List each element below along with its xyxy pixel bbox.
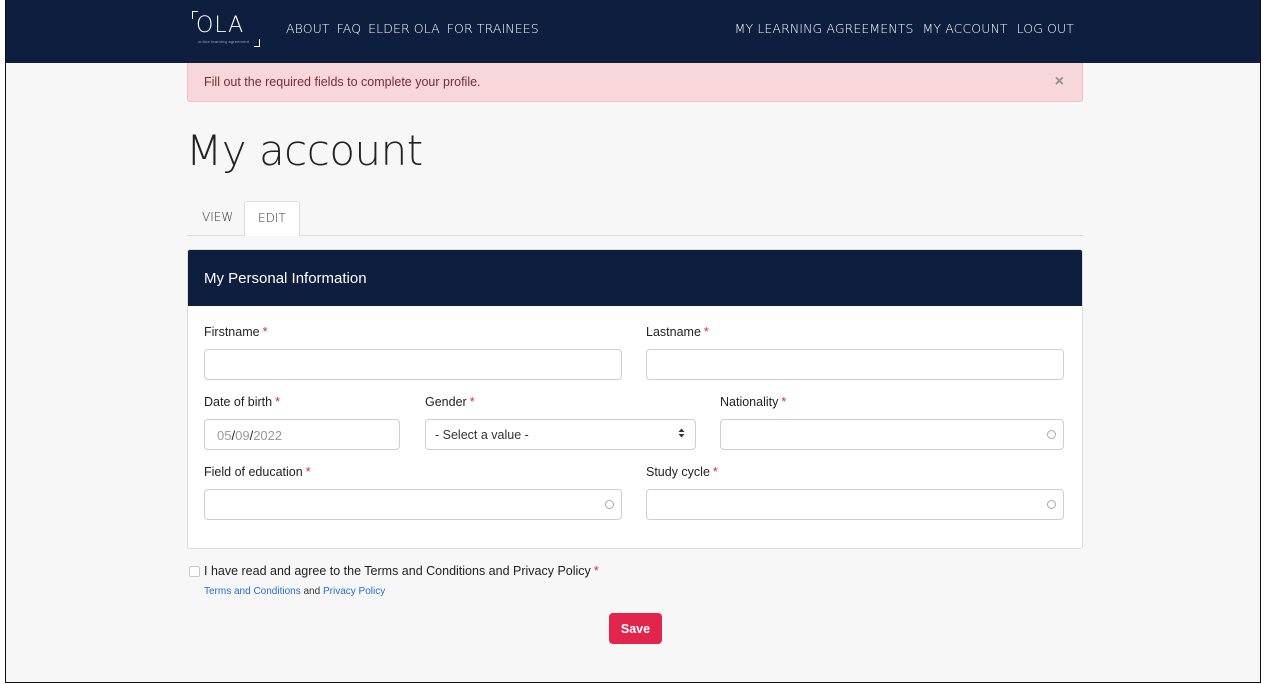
firstname-label: Firstname *	[204, 325, 268, 339]
account-tabs: VIEW EDIT	[187, 201, 1083, 237]
required-mark: *	[781, 395, 787, 409]
logo-bracket-bottom-right	[254, 39, 260, 47]
required-mark: *	[275, 395, 280, 409]
alert-message: Fill out the required fields to complete…	[204, 75, 481, 89]
browser-frame: OLA online learning agreement ABOUT FAQ …	[5, 0, 1261, 683]
terms-and-conditions-link[interactable]: Terms and Conditions	[204, 586, 301, 597]
required-mark: *	[703, 325, 709, 339]
terms-links: Terms and Conditions and Privacy Policy	[204, 586, 385, 597]
required-mark: *	[305, 465, 311, 479]
top-navigation: OLA online learning agreement ABOUT FAQ …	[6, 0, 1260, 63]
nationality-field[interactable]	[720, 419, 1064, 450]
nav-elder-ola[interactable]: ELDER OLA	[368, 21, 440, 36]
nav-log-out[interactable]: LOG OUT	[1017, 21, 1074, 36]
terms-and-text: and	[303, 586, 321, 597]
nav-faq[interactable]: FAQ	[337, 21, 362, 36]
field-of-education-field[interactable]	[204, 489, 622, 520]
gender-selected-value: - Select a value -	[435, 428, 529, 442]
close-icon[interactable]: ×	[1055, 73, 1064, 91]
lastname-label: Lastname *	[646, 325, 709, 339]
panel-header: My Personal Information	[188, 250, 1082, 306]
required-mark: *	[469, 395, 475, 409]
nav-left-links: ABOUT FAQ ELDER OLA FOR TRAINEES	[286, 21, 539, 36]
autocomplete-icon	[605, 500, 614, 509]
profile-alert: Fill out the required fields to complete…	[187, 63, 1083, 102]
privacy-policy-link[interactable]: Privacy Policy	[323, 586, 385, 597]
date-placeholder: 05/09/2022	[217, 428, 283, 443]
nav-right-links: MY LEARNING AGREEMENTS MY ACCOUNT LOG OU…	[735, 21, 1074, 36]
study-cycle-field[interactable]	[646, 489, 1064, 520]
logo-subtext: online learning agreement	[198, 39, 250, 44]
logo-text: OLA	[196, 13, 245, 38]
select-caret-icon	[678, 427, 685, 442]
required-mark: *	[593, 564, 599, 578]
nav-my-account[interactable]: MY ACCOUNT	[923, 21, 1008, 36]
tab-edit[interactable]: EDIT	[244, 201, 300, 237]
lastname-field[interactable]	[646, 349, 1064, 380]
nationality-label: Nationality *	[720, 395, 787, 409]
required-mark: *	[262, 325, 268, 339]
gender-label: Gender *	[425, 395, 475, 409]
nav-my-learning-agreements[interactable]: MY LEARNING AGREEMENTS	[735, 21, 914, 36]
panel-title: My Personal Information	[204, 270, 367, 287]
firstname-field[interactable]	[204, 349, 622, 380]
autocomplete-icon	[1047, 430, 1056, 439]
terms-label: I have read and agree to the Terms and C…	[204, 564, 599, 578]
ola-logo[interactable]: OLA online learning agreement	[192, 11, 260, 47]
personal-information-panel: My Personal Information Firstname * Lastn…	[187, 249, 1083, 549]
terms-checkbox[interactable]	[189, 566, 200, 577]
nav-for-trainees[interactable]: FOR TRAINEES	[447, 21, 539, 36]
field-of-education-label: Field of education *	[204, 465, 311, 479]
autocomplete-icon	[1047, 500, 1056, 509]
tab-view[interactable]: VIEW	[189, 201, 246, 236]
study-cycle-label: Study cycle *	[646, 465, 718, 479]
nav-about[interactable]: ABOUT	[286, 21, 330, 36]
date-of-birth-label: Date of birth *	[204, 395, 280, 409]
page-title: My account	[186, 126, 423, 175]
required-mark: *	[712, 465, 718, 479]
date-of-birth-field[interactable]: 05/09/2022	[204, 419, 400, 450]
gender-select[interactable]: - Select a value -	[425, 419, 696, 450]
save-button[interactable]: Save	[609, 613, 662, 644]
